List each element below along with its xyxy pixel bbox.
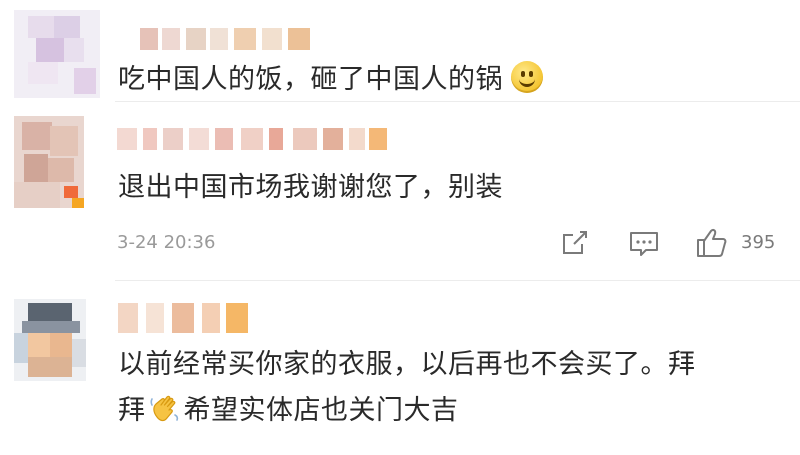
comment-item-3: 以前经常买你家的衣服，以后再也不会买了。拜 拜 希望实体店也关门大吉 bbox=[0, 281, 800, 455]
comment-item-1: 吃中国人的饭，砸了中国人的锅 bbox=[0, 0, 800, 100]
comment-text-line-2: 拜 希望实体店也关门大吉 bbox=[118, 389, 459, 433]
smiling-face-emoji-icon bbox=[511, 61, 543, 93]
comment-text-fragment: 希望实体店也关门大吉 bbox=[183, 395, 459, 426]
comment-button[interactable] bbox=[627, 226, 661, 260]
comment-text: 吃中国人的饭，砸了中国人的锅 bbox=[118, 58, 543, 102]
avatar[interactable] bbox=[14, 10, 100, 98]
thumbs-up-icon bbox=[697, 229, 727, 257]
waving-hand-emoji-icon bbox=[149, 395, 178, 422]
comment-text-fragment: 拜 bbox=[118, 395, 146, 426]
avatar[interactable] bbox=[14, 116, 84, 208]
username-blurred[interactable] bbox=[118, 303, 248, 333]
share-button[interactable] bbox=[558, 226, 592, 260]
share-icon bbox=[563, 231, 587, 254]
username-blurred[interactable] bbox=[117, 128, 387, 150]
avatar[interactable] bbox=[14, 299, 86, 381]
comment-text-line-1: 以前经常买你家的衣服，以后再也不会买了。拜 bbox=[118, 349, 696, 380]
username-blurred[interactable] bbox=[140, 28, 330, 50]
comment-timestamp: 3-24 20:36 bbox=[117, 232, 216, 253]
like-button[interactable] bbox=[694, 226, 730, 260]
like-count: 395 bbox=[741, 232, 776, 253]
comment-text: 退出中国市场我谢谢您了，别装 bbox=[118, 172, 503, 203]
comment-text-content: 吃中国人的饭，砸了中国人的锅 bbox=[118, 64, 503, 95]
comment-icon bbox=[630, 232, 658, 256]
